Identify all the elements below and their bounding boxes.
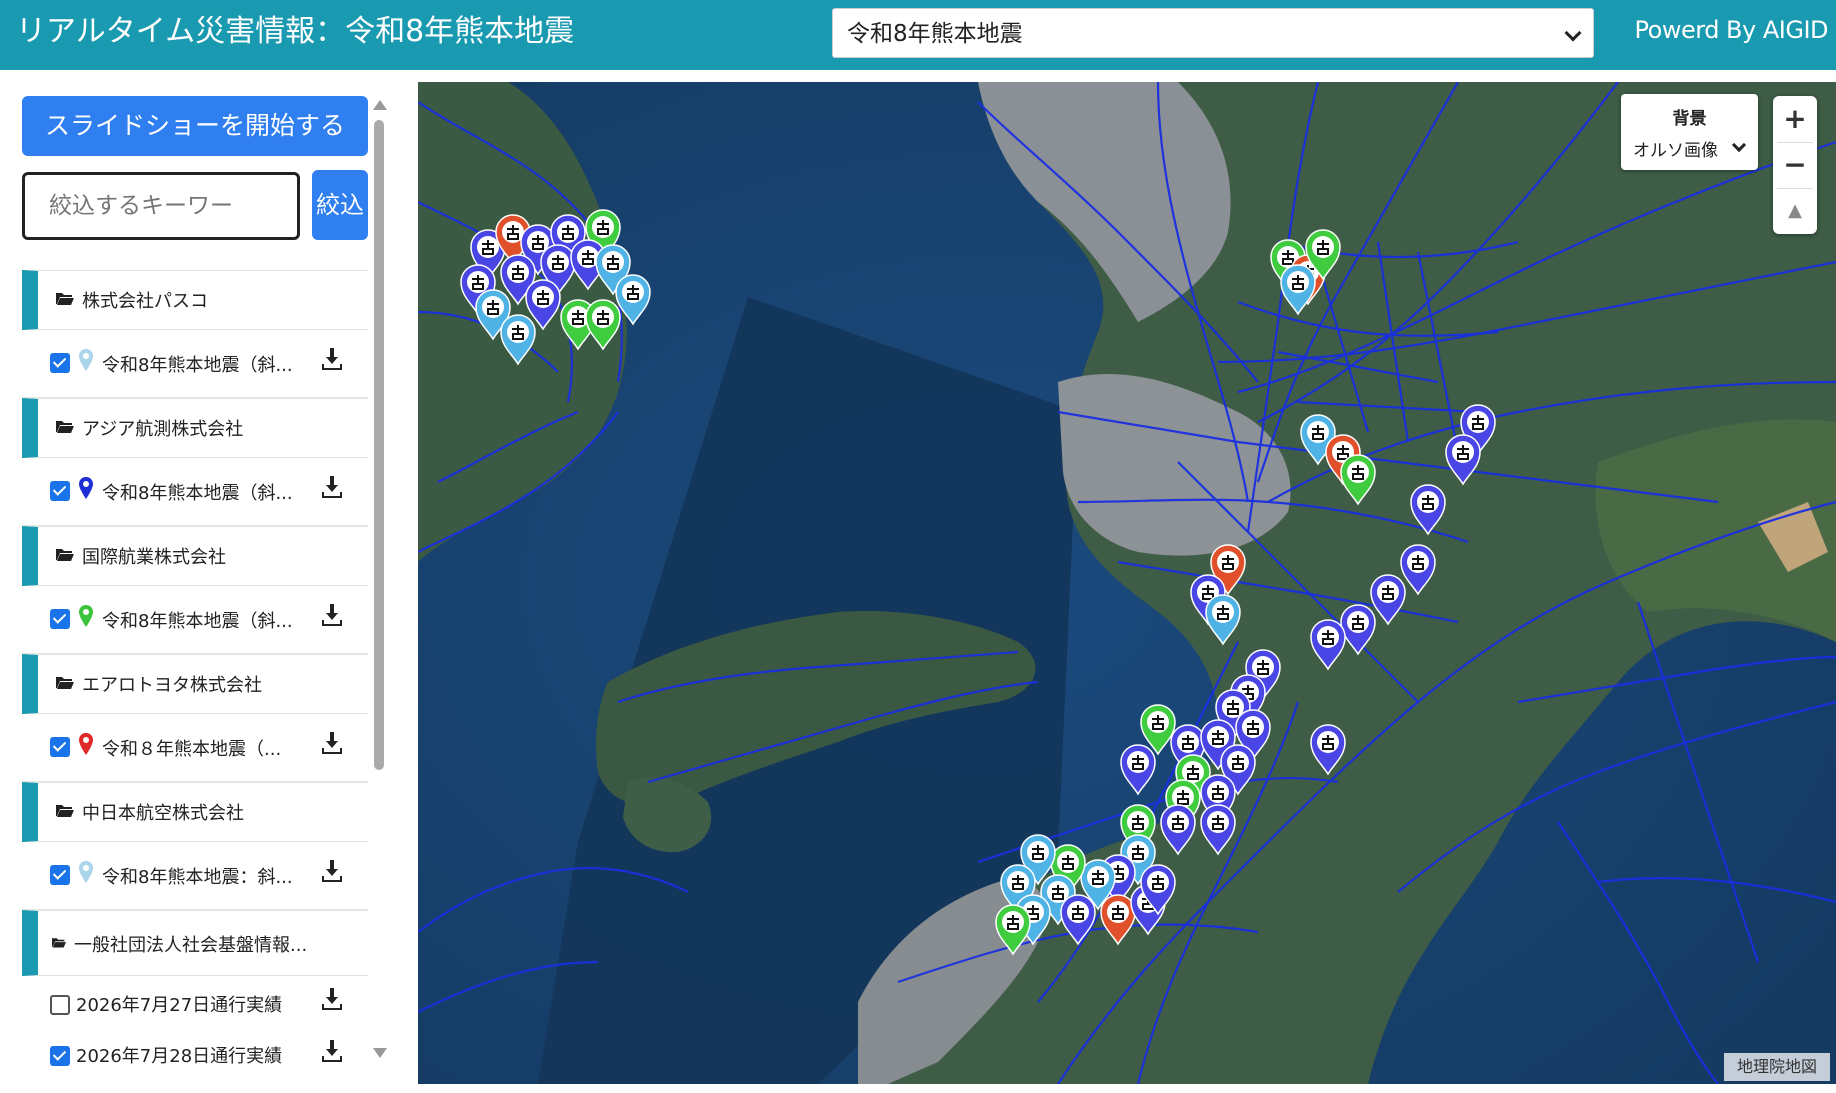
start-slideshow-button[interactable]: スライドショーを開始する (22, 96, 368, 156)
layer-checkbox[interactable] (50, 353, 70, 373)
group-label: アジア航測株式会社 (82, 419, 244, 440)
download-icon[interactable] (322, 348, 342, 370)
map-canvas (418, 82, 1836, 1084)
folder-open-icon (52, 938, 66, 948)
group-header[interactable]: 一般社団法人社会基盤情報... (22, 910, 368, 976)
download-icon[interactable] (322, 476, 342, 498)
chevron-down-icon (1731, 137, 1747, 153)
map-pin-icon (79, 861, 93, 883)
layer-checkbox[interactable] (50, 865, 70, 885)
folder-open-icon (56, 293, 74, 305)
group-header[interactable]: エアロトヨタ株式会社 (22, 654, 368, 714)
layer-label: 令和8年熊本地震：斜... (102, 867, 293, 888)
map-view[interactable] (418, 82, 1836, 1084)
layer-label: 令和8年熊本地震（斜... (102, 355, 293, 376)
layer-item[interactable]: 令和8年熊本地震：斜... (22, 842, 368, 910)
download-icon[interactable] (322, 732, 342, 754)
background-layer-control[interactable]: 背景 オルソ画像 (1621, 94, 1758, 170)
layer-item[interactable]: 令和8年熊本地震（斜... (22, 586, 368, 654)
layer-checkbox[interactable] (50, 995, 70, 1015)
event-select-value: 令和8年熊本地震 (847, 21, 1023, 47)
filter-button[interactable]: 絞込 (312, 170, 368, 240)
layer-label: 2026年7月28日通行実績 (76, 1046, 283, 1067)
download-icon[interactable] (322, 1040, 342, 1062)
layer-label: 令和8年熊本地震（斜... (102, 611, 293, 632)
zoom-in-button[interactable]: + (1773, 96, 1817, 141)
zoom-control: + − ▲ (1773, 96, 1817, 234)
map-pin-icon (79, 477, 93, 499)
map-pin-icon (79, 733, 93, 755)
layer-checkbox[interactable] (50, 737, 70, 757)
layer-item[interactable]: 2026年7月27日通行実績 (22, 976, 368, 1032)
layer-label: 2026年7月27日通行実績 (76, 995, 283, 1016)
group-label: エアロトヨタ株式会社 (82, 675, 262, 696)
folder-open-icon (56, 421, 74, 433)
keyword-filter-input[interactable] (22, 172, 300, 240)
app-title: リアルタイム災害情報：令和8年熊本地震 (16, 14, 575, 49)
group-label: 一般社団法人社会基盤情報... (74, 935, 308, 956)
map-attribution: 地理院地図 (1724, 1053, 1830, 1081)
download-icon[interactable] (322, 604, 342, 626)
group-label: 株式会社パスコ (82, 291, 208, 312)
scroll-up-arrow[interactable] (373, 100, 387, 110)
folder-open-icon (56, 805, 74, 817)
layer-list: 株式会社パスコ 令和8年熊本地震（斜... アジア航測株式会社 令和8年熊本地震… (22, 270, 368, 1072)
sidebar-scrollbar[interactable] (374, 120, 384, 770)
group-header[interactable]: 株式会社パスコ (22, 270, 368, 330)
map-pin-icon (79, 349, 93, 371)
map-pin-icon (79, 605, 93, 627)
layer-item[interactable]: 令和８年熊本地震（... (22, 714, 368, 782)
folder-open-icon (56, 677, 74, 689)
group-label: 中日本航空株式会社 (82, 803, 244, 824)
download-icon[interactable] (322, 860, 342, 882)
background-control-title: 背景 (1672, 109, 1707, 129)
group-label: 国際航業株式会社 (82, 547, 226, 568)
group-header[interactable]: 国際航業株式会社 (22, 526, 368, 586)
powered-by-label: Powerd By AIGID (1634, 16, 1829, 44)
group-header[interactable]: 中日本航空株式会社 (22, 782, 368, 842)
layer-checkbox[interactable] (50, 481, 70, 501)
download-icon[interactable] (322, 988, 342, 1010)
layer-checkbox[interactable] (50, 1046, 70, 1066)
layer-label: 令和8年熊本地震（斜... (102, 483, 293, 504)
layer-sidebar: スライドショーを開始する 絞込 株式会社パスコ 令和8年熊本地震（斜... アジ… (0, 70, 400, 1093)
background-control-value: オルソ画像 (1633, 141, 1718, 161)
group-header[interactable]: アジア航測株式会社 (22, 398, 368, 458)
event-select[interactable]: 令和8年熊本地震 (832, 8, 1594, 58)
scroll-down-arrow[interactable] (373, 1048, 387, 1058)
layer-item[interactable]: 令和8年熊本地震（斜... (22, 458, 368, 526)
layer-item[interactable]: 令和8年熊本地震（斜... (22, 330, 368, 398)
folder-open-icon (56, 549, 74, 561)
app-header: リアルタイム災害情報：令和8年熊本地震 令和8年熊本地震 Powerd By A… (0, 0, 1836, 70)
zoom-out-button[interactable]: − (1773, 142, 1817, 187)
chevron-down-icon (1564, 24, 1582, 42)
layer-label: 令和８年熊本地震（... (102, 739, 282, 760)
layer-checkbox[interactable] (50, 609, 70, 629)
compass-reset-button[interactable]: ▲ (1773, 188, 1817, 233)
layer-item[interactable]: 2026年7月28日通行実績 (22, 1032, 368, 1072)
